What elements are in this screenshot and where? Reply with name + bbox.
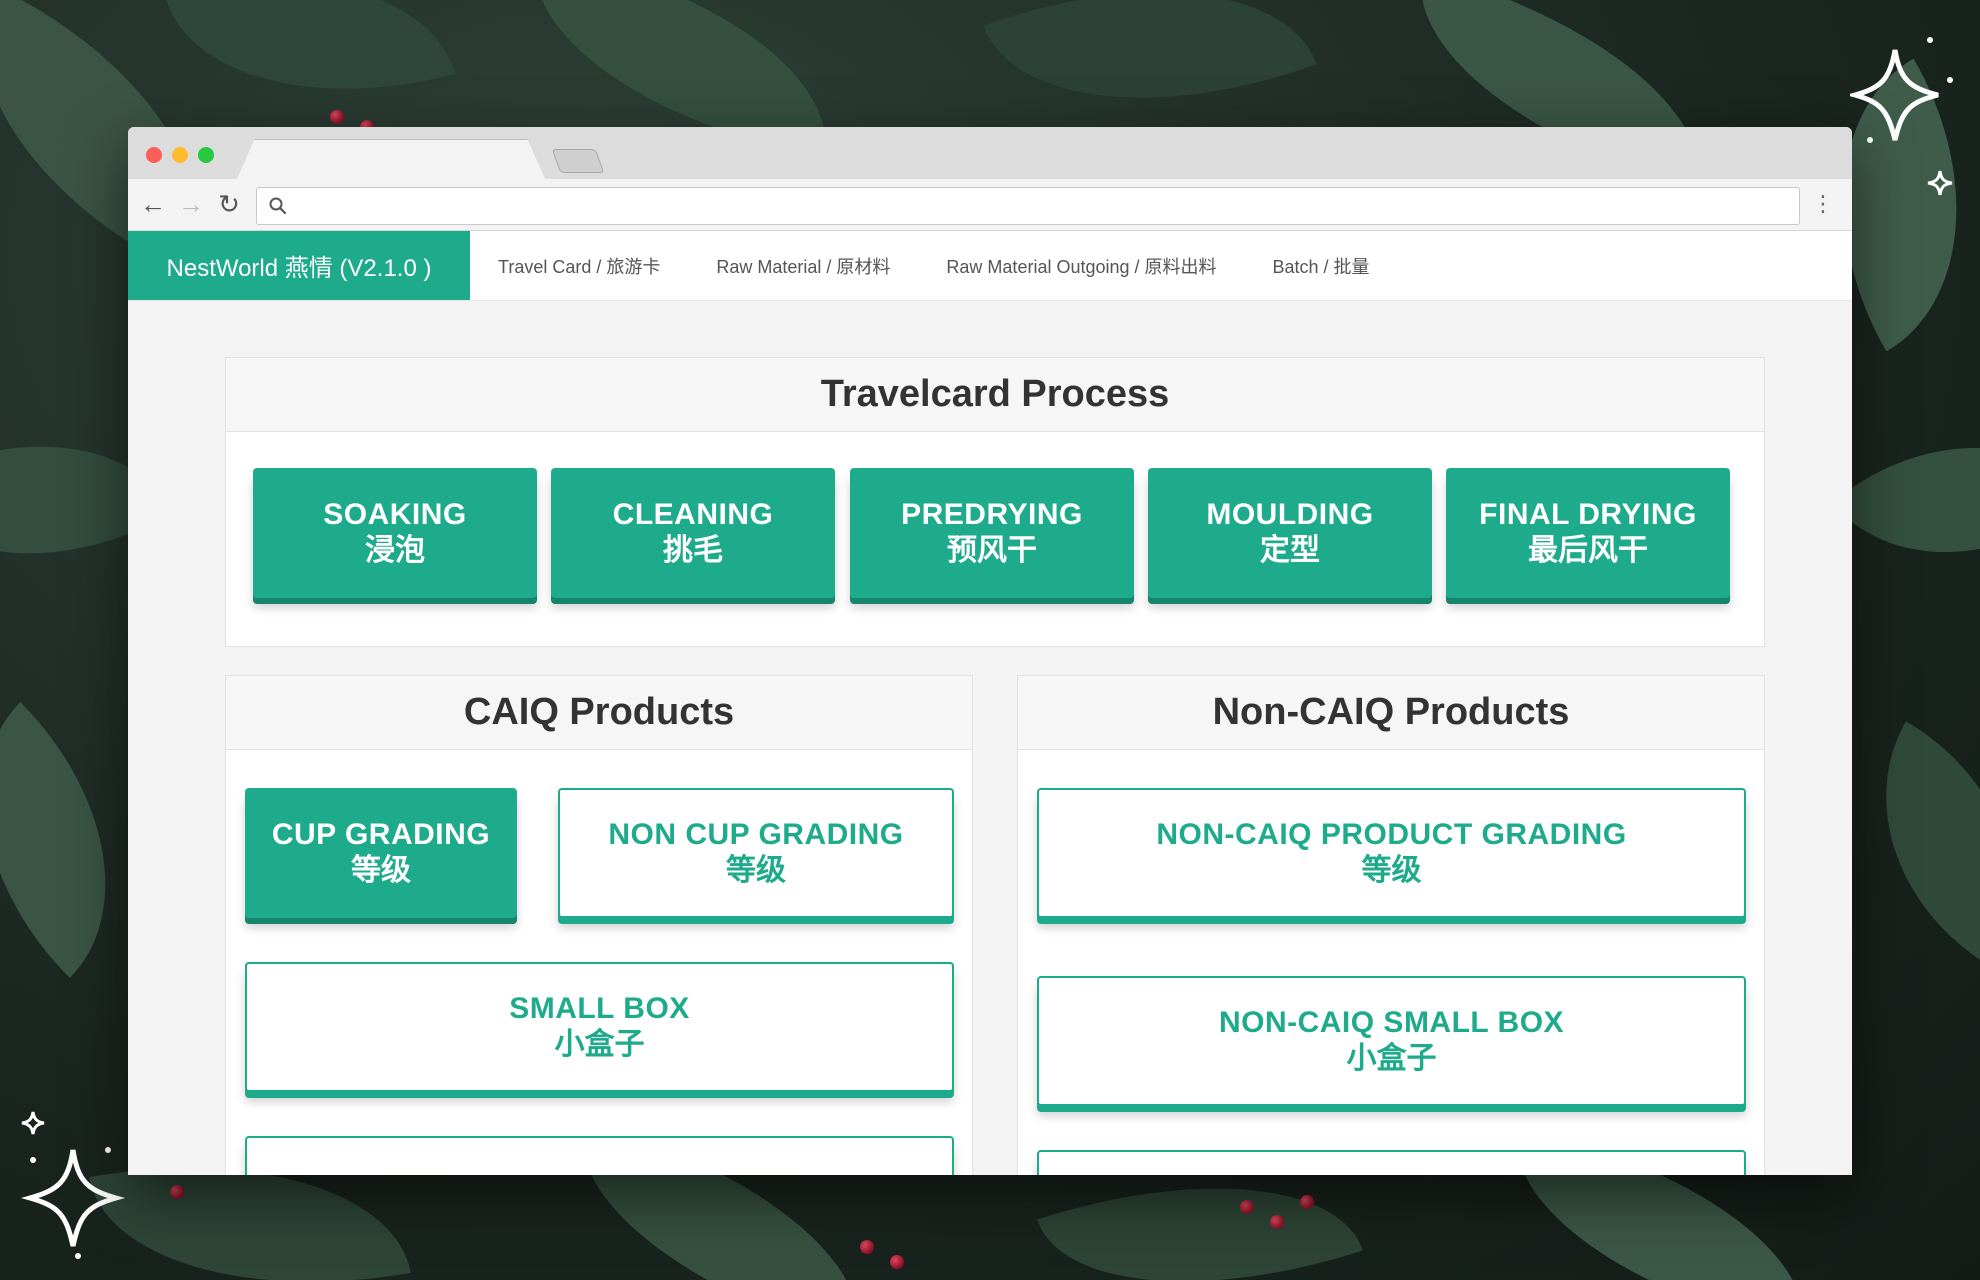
button-label-zh: 挑毛 <box>663 534 723 567</box>
soaking-button[interactable]: SOAKING 浸泡 <box>253 468 537 598</box>
predrying-button[interactable]: PREDRYING 预风干 <box>850 468 1134 598</box>
button-label-zh: 等级 <box>726 854 786 887</box>
browser-window: ← → ↻ ⋮ NestWorld 燕情 (V2.1.0 ) Travel Ca… <box>128 127 1852 1175</box>
forward-arrow-icon[interactable]: → <box>176 189 206 219</box>
sparkle-icon <box>21 1111 45 1135</box>
browser-titlebar <box>128 127 1852 181</box>
noncaiq-grading-button[interactable]: NON-CAIQ PRODUCT GRADING 等级 <box>1037 788 1746 918</box>
sparkle-icon <box>1850 37 1953 143</box>
nav-raw-material-outgoing[interactable]: Raw Material Outgoing / 原料出料 <box>946 253 1216 279</box>
caiq-next-button[interactable] <box>245 1136 954 1175</box>
moulding-button[interactable]: MOULDING 定型 <box>1148 468 1432 598</box>
button-label-zh: 浸泡 <box>365 534 425 567</box>
browser-tab[interactable] <box>236 139 546 181</box>
berry <box>890 1255 904 1269</box>
button-label-zh: 定型 <box>1260 534 1320 567</box>
back-arrow-icon[interactable]: ← <box>138 189 168 219</box>
berry <box>170 1185 184 1199</box>
button-label-zh: 小盒子 <box>1346 1042 1437 1075</box>
app-brand[interactable]: NestWorld 燕情 (V2.1.0 ) <box>128 231 470 300</box>
app-navbar: NestWorld 燕情 (V2.1.0 ) Travel Card / 旅游卡… <box>128 231 1852 301</box>
nav-batch[interactable]: Batch / 批量 <box>1273 253 1370 279</box>
button-label-zh: 小盒子 <box>554 1028 645 1061</box>
button-label: PREDRYING <box>901 498 1083 531</box>
close-window-button[interactable] <box>146 147 162 163</box>
noncaiq-next-button[interactable] <box>1037 1150 1746 1175</box>
maximize-window-button[interactable] <box>198 147 214 163</box>
berry <box>1270 1215 1284 1229</box>
button-label: SOAKING <box>323 498 467 531</box>
button-label-zh: 等级 <box>351 854 411 887</box>
nav-travel-card[interactable]: Travel Card / 旅游卡 <box>498 253 660 279</box>
final-drying-button[interactable]: FINAL DRYING 最后风干 <box>1446 468 1730 598</box>
main-content: Travelcard Process SOAKING 浸泡 CLEANING 挑… <box>128 301 1852 1175</box>
small-box-button[interactable]: SMALL BOX 小盒子 <box>245 962 954 1092</box>
cleaning-button[interactable]: CLEANING 挑毛 <box>551 468 835 598</box>
berry <box>1240 1200 1254 1214</box>
button-label: FINAL DRYING <box>1479 498 1697 531</box>
nav-raw-material[interactable]: Raw Material / 原材料 <box>716 253 890 279</box>
button-label: CLEANING <box>612 498 774 531</box>
button-label-zh: 等级 <box>1361 854 1422 887</box>
travelcard-panel: Travelcard Process SOAKING 浸泡 CLEANING 挑… <box>225 357 1765 647</box>
non-cup-grading-button[interactable]: NON CUP GRADING 等级 <box>558 788 954 918</box>
noncaiq-panel: Non-CAIQ Products NON-CAIQ PRODUCT GRADI… <box>1017 675 1765 1175</box>
sparkle-icon <box>20 1147 126 1259</box>
berry <box>330 110 344 124</box>
button-label: NON-CAIQ SMALL BOX <box>1218 1006 1565 1039</box>
button-label: CUP GRADING <box>271 818 491 851</box>
berry <box>860 1240 874 1254</box>
caiq-title: CAIQ Products <box>226 676 972 750</box>
leaf <box>1831 374 1980 626</box>
button-label: NON CUP GRADING <box>608 818 904 851</box>
reload-icon[interactable]: ↻ <box>214 189 244 219</box>
button-label-zh: 预风干 <box>947 534 1037 567</box>
cup-grading-button[interactable]: CUP GRADING 等级 <box>245 788 517 918</box>
minimize-window-button[interactable] <box>172 147 188 163</box>
travelcard-title: Travelcard Process <box>226 358 1764 432</box>
browser-toolbar: ← → ↻ ⋮ <box>128 179 1852 231</box>
noncaiq-title: Non-CAIQ Products <box>1018 676 1764 750</box>
menu-dots-icon[interactable]: ⋮ <box>1812 189 1834 219</box>
button-label: MOULDING <box>1206 498 1374 531</box>
leaf <box>165 0 455 142</box>
search-icon <box>269 197 287 215</box>
noncaiq-small-box-button[interactable]: NON-CAIQ SMALL BOX 小盒子 <box>1037 976 1746 1106</box>
address-bar[interactable] <box>256 187 1800 225</box>
berry <box>1300 1195 1314 1209</box>
button-label-zh: 最后风干 <box>1528 534 1648 567</box>
new-tab-button[interactable] <box>551 149 605 173</box>
nav-links: Travel Card / 旅游卡 Raw Material / 原材料 Raw… <box>470 231 1426 300</box>
caiq-panel: CAIQ Products CUP GRADING 等级 NON CUP GRA… <box>225 675 973 1175</box>
button-label: SMALL BOX <box>509 992 690 1025</box>
button-label: NON-CAIQ PRODUCT GRADING <box>1156 818 1627 851</box>
sparkle-icon <box>1927 170 1953 196</box>
